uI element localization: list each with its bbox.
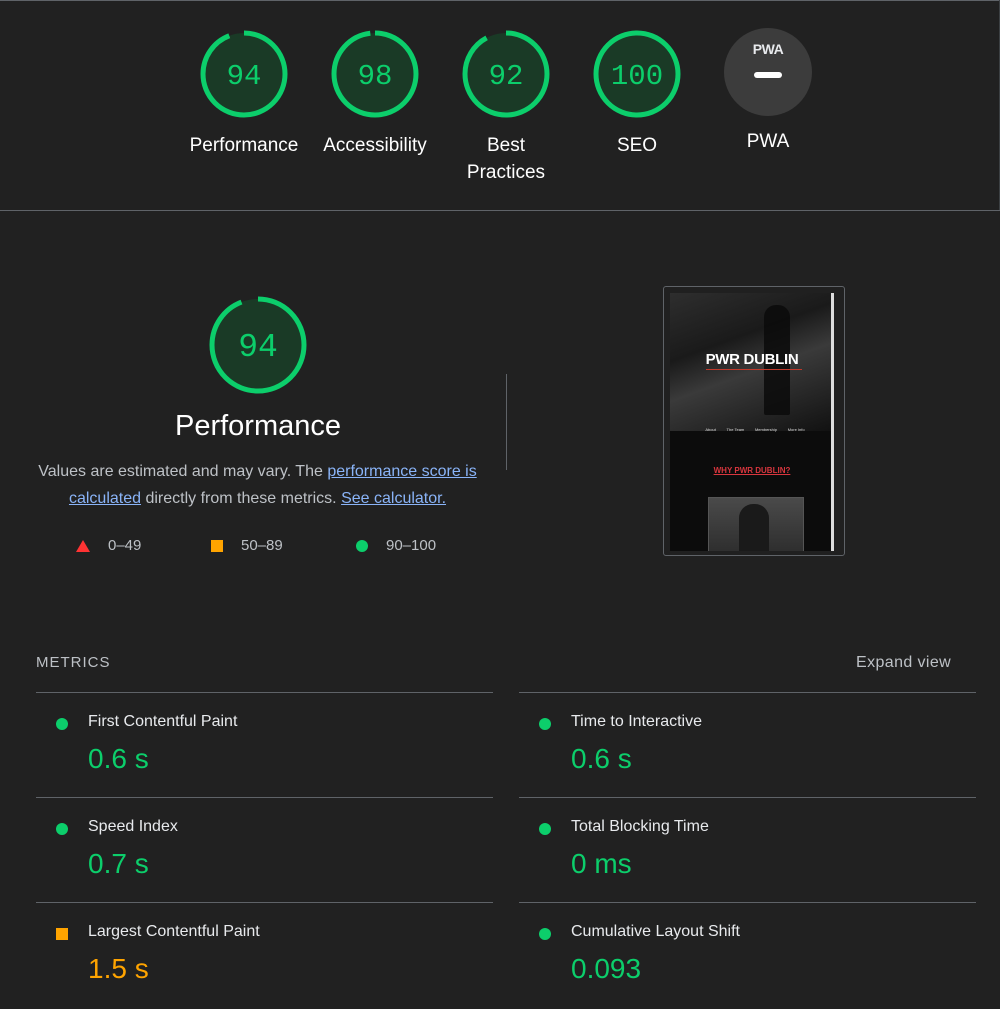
legend-range: 50–89 — [241, 537, 283, 554]
metric-value: 0.6 s — [571, 743, 632, 774]
metric-title: Largest Contentful Paint — [88, 923, 260, 940]
description-text: Values are estimated and may vary. The — [38, 463, 323, 480]
metric-value: 0.6 s — [88, 743, 149, 774]
pass-circle-icon — [539, 823, 551, 835]
fail-triangle-icon — [76, 540, 90, 553]
metric-title: Cumulative Layout Shift — [571, 923, 740, 940]
performance-main-score: 94 — [238, 329, 278, 366]
gauge-label: Performance — [189, 135, 299, 156]
legend-fail: 0–49 — [76, 537, 141, 557]
metrics-header: METRICS — [36, 654, 111, 671]
average-square-icon — [211, 540, 223, 553]
metric-largest-contentful-paint: Largest Contentful Paint 1.5 s — [36, 902, 493, 1007]
gauge-performance[interactable]: 94 Performance — [179, 28, 309, 159]
gauge-best-practices[interactable]: 92 Best Practices — [441, 28, 571, 186]
metric-value: 0.7 s — [88, 848, 149, 879]
legend-range: 0–49 — [108, 537, 142, 554]
pass-circle-icon — [56, 823, 68, 835]
metric-first-contentful-paint: First Contentful Paint 0.6 s — [36, 692, 493, 797]
best-practices-gauge-ring: 92 — [462, 30, 550, 118]
pass-circle-icon — [56, 718, 68, 730]
performance-main-gauge: 94 — [209, 296, 307, 394]
screenshot-nav-item: Membership — [754, 427, 777, 432]
pwa-badge-text: PWA — [752, 41, 784, 57]
performance-gauge-ring: 94 — [200, 30, 288, 118]
score-summary: 94 Performance 98 Accessibility 92 Best … — [0, 0, 1000, 211]
metric-title: Total Blocking Time — [571, 818, 709, 835]
average-square-icon — [56, 928, 68, 940]
screenshot-nav-item: The Team — [726, 427, 745, 432]
legend-range: 90–100 — [386, 537, 437, 554]
final-screenshot-thumbnail[interactable]: PWR DUBLIN About The Team Membership Mor… — [663, 286, 845, 556]
metric-value: 0.093 — [571, 953, 642, 984]
description-text-middle: directly from these metrics. — [145, 490, 337, 507]
accessibility-score: 98 — [358, 60, 393, 93]
screenshot-red-underline — [706, 369, 802, 370]
screenshot-person — [739, 504, 769, 551]
seo-score: 100 — [611, 60, 663, 93]
legend-pass: 90–100 — [356, 537, 436, 557]
gauge-label: Best Practices — [466, 135, 546, 183]
gauge-accessibility[interactable]: 98 Accessibility — [310, 28, 440, 159]
metric-cumulative-layout-shift: Cumulative Layout Shift 0.093 — [519, 902, 976, 1007]
screenshot-scrollbar — [831, 293, 834, 551]
pass-circle-icon — [539, 718, 551, 730]
performance-title: Performance — [174, 410, 341, 442]
metric-speed-index: Speed Index 0.7 s — [36, 797, 493, 902]
metric-value: 0 ms — [571, 848, 632, 879]
expand-view-toggle[interactable]: Expand view — [856, 654, 951, 672]
seo-gauge-ring: 100 — [593, 30, 681, 118]
pass-circle-icon — [356, 540, 368, 553]
dash-icon — [754, 72, 782, 78]
pass-circle-icon — [539, 928, 551, 940]
best-practices-score: 92 — [489, 60, 524, 93]
gauge-pwa[interactable]: PWA PWA — [703, 28, 833, 155]
metric-value: 1.5 s — [88, 953, 149, 984]
vertical-divider — [506, 374, 507, 470]
screenshot-site-title: PWR DUBLIN — [705, 351, 799, 368]
performance-score: 94 — [227, 60, 262, 93]
screenshot-nav-item: More Info — [787, 427, 805, 432]
metric-title: First Contentful Paint — [88, 713, 238, 730]
screenshot-nav-item: About — [705, 427, 716, 432]
legend-average: 50–89 — [211, 537, 283, 557]
performance-description: Values are estimated and may vary. The p… — [30, 458, 485, 512]
screenshot-heading: WHY PWR DUBLIN? — [713, 466, 791, 475]
gauge-label: Accessibility — [323, 135, 427, 156]
screenshot-photo — [708, 497, 804, 551]
metric-title: Time to Interactive — [571, 713, 703, 730]
gauge-label: SEO — [616, 135, 658, 156]
pwa-badge-icon: PWA — [724, 28, 812, 116]
metric-total-blocking-time: Total Blocking Time 0 ms — [519, 797, 976, 902]
see-calculator-link[interactable]: See calculator. — [341, 490, 446, 507]
screenshot-nav: About The Team Membership More Info — [700, 427, 810, 432]
accessibility-gauge-ring: 98 — [331, 30, 419, 118]
screenshot-page: PWR DUBLIN About The Team Membership Mor… — [670, 293, 834, 551]
gauge-label: PWA — [746, 131, 790, 152]
metric-time-to-interactive: Time to Interactive 0.6 s — [519, 692, 976, 797]
metric-title: Speed Index — [88, 818, 178, 835]
gauge-seo[interactable]: 100 SEO — [572, 28, 702, 159]
